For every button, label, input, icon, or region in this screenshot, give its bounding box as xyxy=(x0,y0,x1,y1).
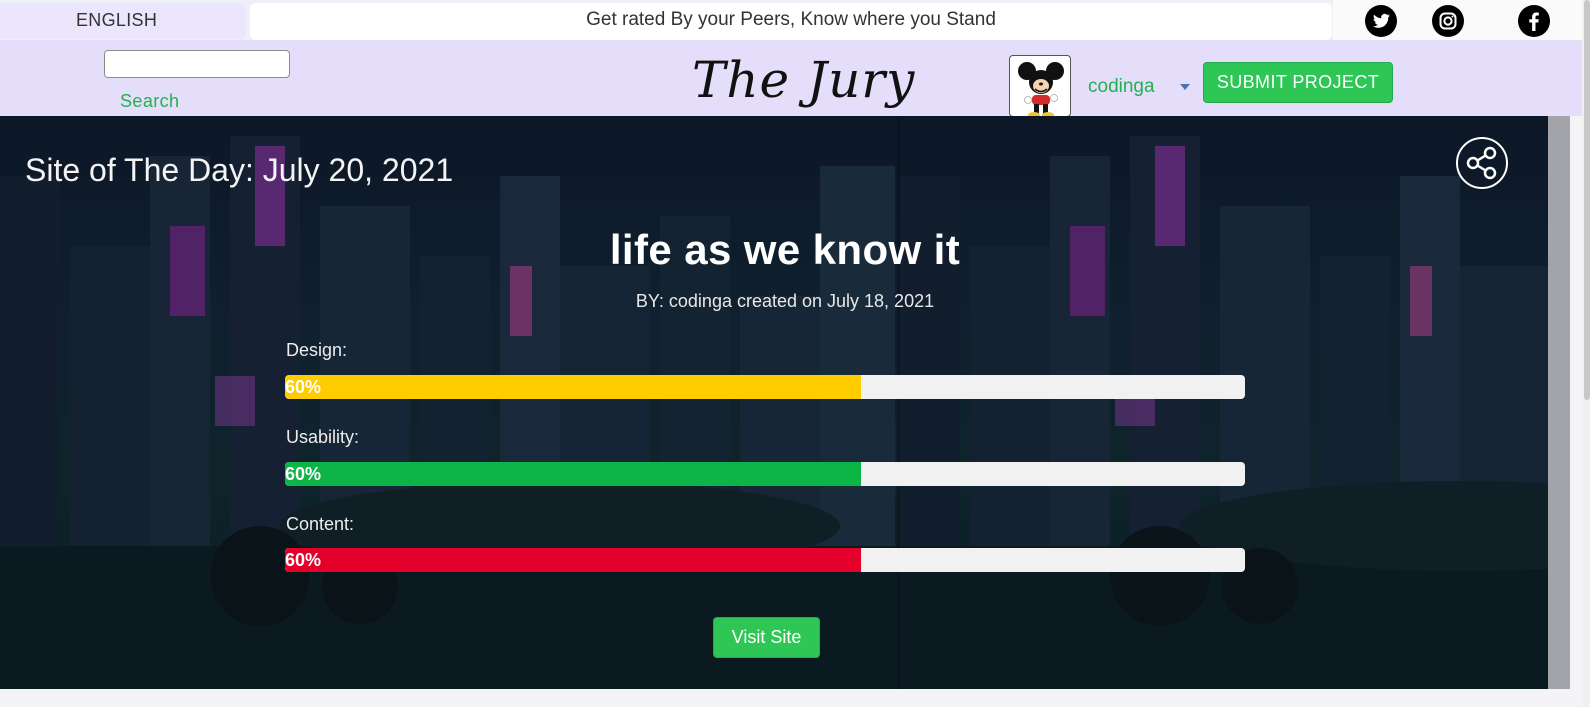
language-label[interactable]: ENGLISH xyxy=(76,10,157,31)
content-percent: 60% xyxy=(285,550,322,570)
avatar[interactable] xyxy=(1009,55,1071,117)
search-input[interactable] xyxy=(104,50,290,78)
site-of-the-day-heading: Site of The Day: July 20, 2021 xyxy=(25,152,454,188)
search-link[interactable]: Search xyxy=(120,91,179,112)
content-label: Content: xyxy=(286,514,355,534)
content-progress-fill xyxy=(285,548,861,572)
scrollbar-thumb[interactable] xyxy=(1584,0,1590,400)
design-label: Design: xyxy=(286,340,348,360)
username-label[interactable]: codinga xyxy=(1088,76,1155,98)
mickey-mouse-icon xyxy=(1018,62,1064,116)
top-strip: ENGLISH Get rated By your Peers, Know wh… xyxy=(0,0,1590,44)
tagline-text: Get rated By your Peers, Know where you … xyxy=(586,9,996,30)
site-title: life as we know it xyxy=(609,226,961,273)
design-percent: 60% xyxy=(285,377,322,397)
site-byline: BY: codinga created on July 18, 2021 xyxy=(635,291,935,311)
design-progress-fill xyxy=(285,375,861,399)
tagline-banner: Get rated By your Peers, Know where you … xyxy=(250,3,1332,40)
usability-progress-fill xyxy=(285,462,861,486)
main-header: Search The Jury codinga SUBMIT PROJECT xyxy=(0,40,1582,117)
chevron-down-icon[interactable] xyxy=(1180,84,1190,90)
language-selector[interactable]: ENGLISH xyxy=(0,3,246,39)
hero-overlay xyxy=(0,116,1570,689)
submit-project-button[interactable]: SUBMIT PROJECT xyxy=(1203,62,1393,103)
content-progress-bar: 60% xyxy=(285,548,1245,572)
share-icon xyxy=(1466,146,1497,180)
brand-logo[interactable]: The Jury xyxy=(692,51,915,109)
instagram-icon[interactable] xyxy=(1432,5,1464,37)
usability-label: Usability: xyxy=(286,427,360,447)
visit-site-button[interactable]: Visit Site xyxy=(713,617,820,658)
site-of-the-day-hero: Site of The Day: July 20, 2021 life as w… xyxy=(0,116,1570,689)
usability-progress-bar: 60% xyxy=(285,462,1245,486)
design-progress-bar: 60% xyxy=(285,375,1245,399)
share-button[interactable] xyxy=(1456,137,1508,189)
social-links xyxy=(1333,0,1583,44)
usability-percent: 60% xyxy=(285,464,322,484)
facebook-icon[interactable] xyxy=(1518,5,1550,37)
twitter-icon[interactable] xyxy=(1365,5,1397,37)
